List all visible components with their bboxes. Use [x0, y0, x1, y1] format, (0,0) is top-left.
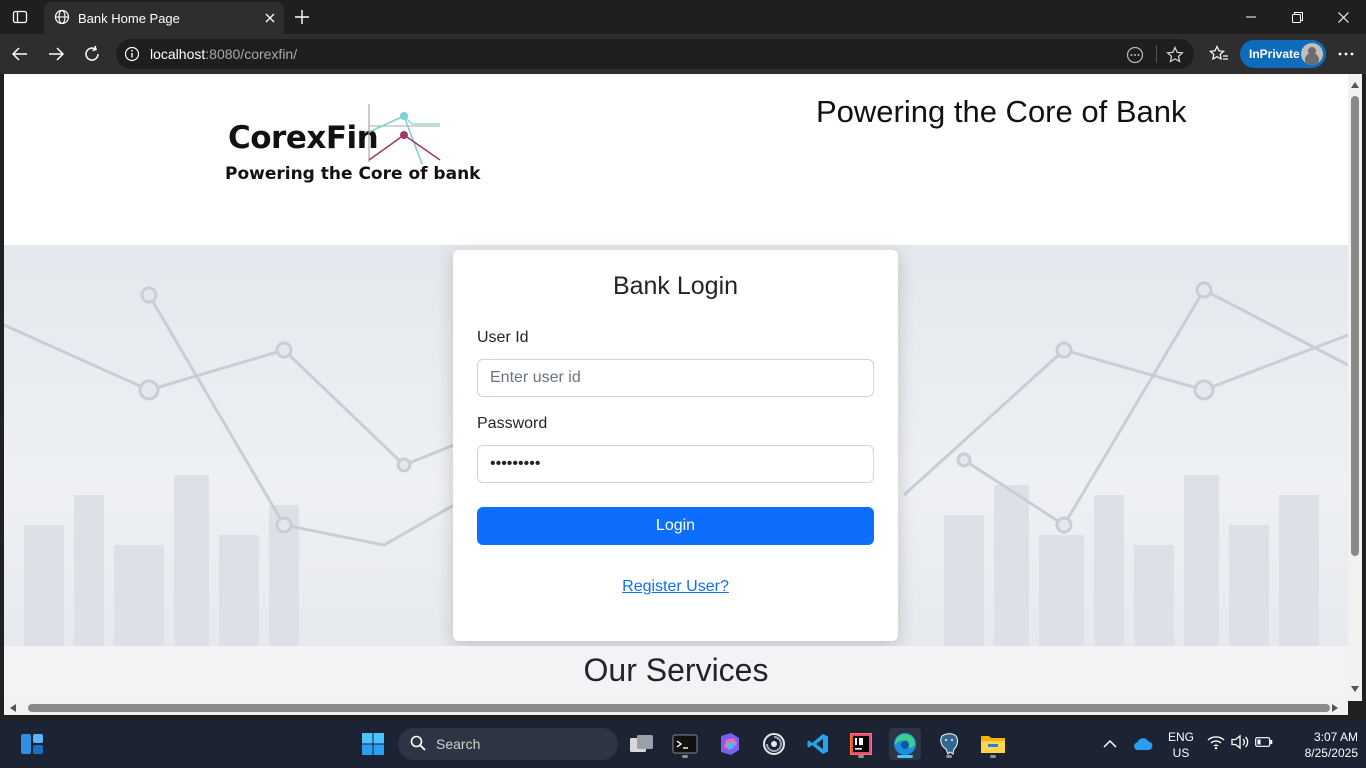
horizontal-scroll-thumb[interactable]: [28, 704, 1330, 712]
login-card: Bank Login User Id Password Login Regist…: [453, 250, 898, 641]
password-input[interactable]: [477, 445, 874, 483]
show-hidden-icons-chevron-icon[interactable]: [1094, 728, 1126, 760]
password-label: Password: [477, 415, 548, 432]
tab-bank-home[interactable]: Bank Home Page: [44, 2, 284, 34]
page-viewport: CorexFin Powering the Core of bank Power…: [4, 74, 1348, 701]
header-tagline: Powering the Core of Bank: [816, 94, 1187, 129]
postgresql-icon[interactable]: [933, 728, 965, 760]
volume-icon: [1231, 734, 1249, 755]
vscode-icon[interactable]: [802, 728, 834, 760]
globe-icon: [54, 9, 70, 28]
favorite-star-icon[interactable]: [1164, 44, 1186, 66]
start-windows-icon[interactable]: [357, 728, 389, 760]
services-section: Our Services: [4, 646, 1348, 701]
register-user-link[interactable]: Register User?: [622, 578, 729, 595]
logo-chart-icon: [368, 104, 441, 165]
site-header: CorexFin Powering the Core of bank Power…: [4, 74, 1348, 245]
new-tab-icon[interactable]: [290, 5, 314, 29]
scroll-left-icon[interactable]: [10, 704, 16, 712]
favorites-icon[interactable]: [1205, 40, 1233, 68]
taskbar-search[interactable]: Search: [398, 728, 618, 760]
horizontal-scrollbar[interactable]: [4, 701, 1348, 715]
close-window-icon[interactable]: [1320, 0, 1366, 34]
app-spiral-icon[interactable]: [758, 728, 790, 760]
login-button[interactable]: Login: [477, 507, 874, 545]
refresh-icon[interactable]: [78, 40, 106, 68]
onedrive-icon[interactable]: [1127, 728, 1159, 760]
address-bar-row: localhost:8080/corexfin/ InPrivate: [0, 34, 1366, 74]
omnibox-divider: [1156, 45, 1157, 63]
minimize-icon[interactable]: [1228, 0, 1274, 34]
login-title: Bank Login: [612, 272, 739, 300]
url-text: localhost:8080/corexfin/: [150, 46, 298, 62]
battery-icon: [1255, 735, 1273, 753]
language-code: ENG: [1167, 730, 1194, 744]
site-info-icon[interactable]: [124, 46, 140, 67]
forward-icon[interactable]: [42, 40, 70, 68]
edge-browser-icon[interactable]: [889, 728, 921, 760]
language-indicator[interactable]: ENG US: [1162, 729, 1200, 761]
inprivate-label: InPrivate: [1249, 47, 1300, 61]
scroll-up-icon[interactable]: [1351, 82, 1359, 88]
userid-input[interactable]: [477, 359, 874, 397]
browser-tab-bar: Bank Home Page: [0, 0, 1366, 34]
quick-settings[interactable]: [1204, 728, 1276, 760]
search-label: Search: [436, 736, 481, 752]
register-link-wrap: Register User?: [453, 578, 898, 596]
more-menu-icon[interactable]: [1332, 40, 1360, 68]
services-title: Our Services: [583, 652, 769, 688]
tab-actions-icon[interactable]: [8, 5, 32, 29]
logo-name: CorexFin: [228, 120, 379, 156]
microsoft-365-icon[interactable]: [714, 728, 746, 760]
restore-icon[interactable]: [1274, 0, 1320, 34]
address-bar[interactable]: localhost:8080/corexfin/: [116, 39, 1194, 69]
scroll-right-icon[interactable]: [1332, 704, 1338, 712]
userid-label: User Id: [477, 329, 529, 346]
scroll-down-icon[interactable]: [1351, 686, 1359, 692]
search-icon: [410, 735, 426, 754]
vertical-scroll-thumb[interactable]: [1351, 96, 1359, 556]
clock[interactable]: 3:07 AM 8/25/2025: [1284, 729, 1358, 761]
intellij-icon[interactable]: [845, 728, 877, 760]
clock-time: 3:07 AM: [1313, 730, 1358, 744]
terminal-icon[interactable]: [669, 728, 701, 760]
widgets-icon[interactable]: [16, 728, 48, 760]
inprivate-button[interactable]: InPrivate: [1240, 40, 1326, 68]
keyboard-region: US: [1172, 746, 1190, 760]
task-view-icon[interactable]: [626, 728, 658, 760]
reading-more-icon[interactable]: [1124, 44, 1146, 66]
profile-avatar: [1301, 43, 1323, 65]
wifi-icon: [1207, 734, 1225, 755]
vertical-scrollbar[interactable]: [1348, 74, 1362, 701]
close-tab-icon[interactable]: [256, 4, 284, 32]
clock-date: 8/25/2025: [1304, 746, 1358, 760]
logo-tagline: Powering the Core of bank: [225, 164, 481, 184]
back-icon[interactable]: [6, 40, 34, 68]
file-explorer-icon[interactable]: [977, 728, 1009, 760]
corexfin-logo[interactable]: CorexFin Powering the Core of bank: [224, 102, 480, 192]
taskbar: Search ENG US 3:07 AM 8/25/2025: [0, 720, 1366, 768]
tab-title: Bank Home Page: [78, 10, 180, 26]
